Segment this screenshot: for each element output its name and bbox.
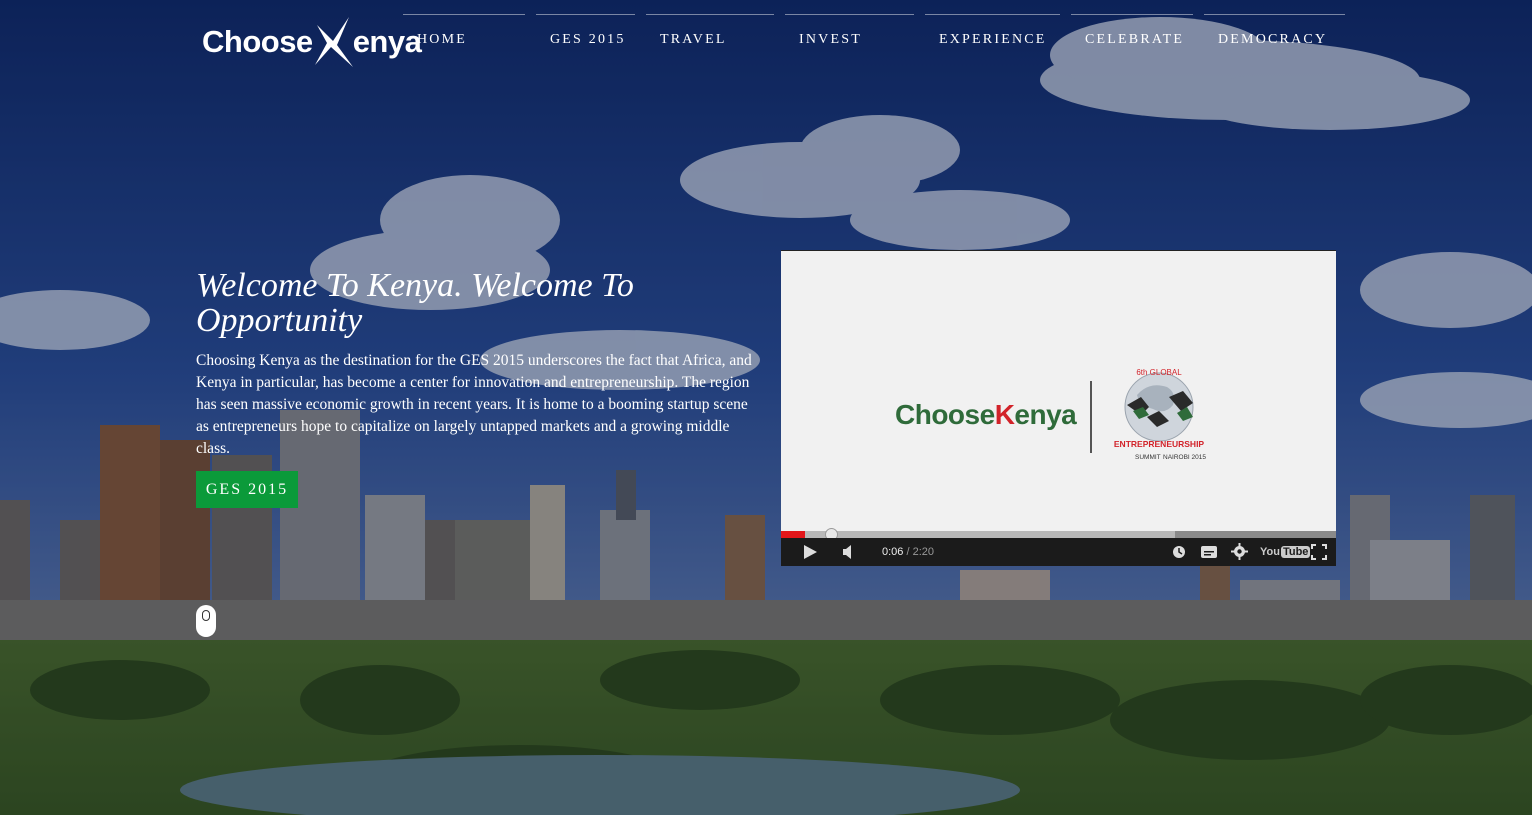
- nav-item-label: TRAVEL: [660, 32, 727, 47]
- svg-text:NAIROBI 2015: NAIROBI 2015: [1163, 454, 1206, 461]
- time-separator: /: [903, 546, 913, 558]
- video-frame-logo: ChooseKenya 6th GLOBAL ENTREPRENEURSHIP …: [895, 361, 1215, 461]
- video-control-bar: 0:06 / 2:20 You Tube: [781, 538, 1336, 566]
- scroll-mouse-icon[interactable]: [196, 605, 216, 637]
- svg-text:ENTREPRENEURSHIP: ENTREPRENEURSHIP: [1114, 439, 1205, 449]
- watch-later-icon[interactable]: [1172, 545, 1186, 559]
- nav-item-label: GES 2015: [550, 32, 626, 47]
- video-choose-kenya-text: ChooseKenya: [895, 399, 1077, 430]
- settings-gear-icon[interactable]: [1231, 543, 1248, 560]
- hero-title: Welcome To Kenya. Welcome To Opportunity: [196, 267, 634, 339]
- ges-2015-button[interactable]: GES 2015: [196, 471, 298, 508]
- nav-item-label: HOME: [417, 32, 468, 47]
- nav-item-label: INVEST: [799, 32, 862, 47]
- time-display: 0:06 / 2:20: [882, 546, 934, 558]
- k-star-logo-icon: [313, 15, 353, 69]
- nav-item-home[interactable]: HOME: [403, 14, 525, 55]
- nav-item-label: EXPERIENCE: [939, 32, 1047, 47]
- ges-globe-badge-icon: 6th GLOBAL ENTREPRENEURSHIP SUMMIT NAIRO…: [1114, 368, 1206, 461]
- nav-item-experience[interactable]: EXPERIENCE: [925, 14, 1060, 55]
- nav-item-ges-2015[interactable]: GES 2015: [536, 14, 635, 55]
- duration: 2:20: [912, 546, 935, 558]
- youtube-logo[interactable]: You Tube: [1260, 544, 1311, 560]
- nav-item-label: CELEBRATE: [1085, 32, 1185, 47]
- nav-item-travel[interactable]: TRAVEL: [646, 14, 774, 55]
- svg-text:6th GLOBAL: 6th GLOBAL: [1136, 368, 1182, 377]
- nav-item-celebrate[interactable]: CELEBRATE: [1071, 14, 1193, 55]
- buffered-bar: [781, 531, 1176, 538]
- nav-item-democracy[interactable]: DEMOCRACY: [1204, 14, 1345, 55]
- video-progress-bar[interactable]: [781, 528, 1336, 541]
- captions-icon[interactable]: [1201, 546, 1217, 558]
- hero-description: Choosing Kenya as the destination for th…: [196, 352, 752, 457]
- logo-divider: [1090, 381, 1092, 453]
- volume-icon[interactable]: [842, 544, 856, 560]
- nav-item-invest[interactable]: INVEST: [785, 14, 914, 55]
- youtube-logo-you: You: [1260, 546, 1280, 558]
- youtube-video-player[interactable]: ChooseKenya 6th GLOBAL ENTREPRENEURSHIP …: [781, 250, 1336, 566]
- played-bar: [781, 531, 805, 538]
- logo-text-choose: Choose: [202, 24, 313, 59]
- fullscreen-icon[interactable]: [1311, 544, 1327, 560]
- current-time: 0:06: [882, 546, 904, 558]
- youtube-logo-tube: Tube: [1280, 546, 1311, 558]
- svg-text:SUMMIT: SUMMIT: [1135, 454, 1161, 461]
- play-icon[interactable]: [802, 544, 818, 560]
- choose-kenya-logo[interactable]: Choose enya: [202, 14, 422, 70]
- nav-item-label: DEMOCRACY: [1218, 32, 1328, 47]
